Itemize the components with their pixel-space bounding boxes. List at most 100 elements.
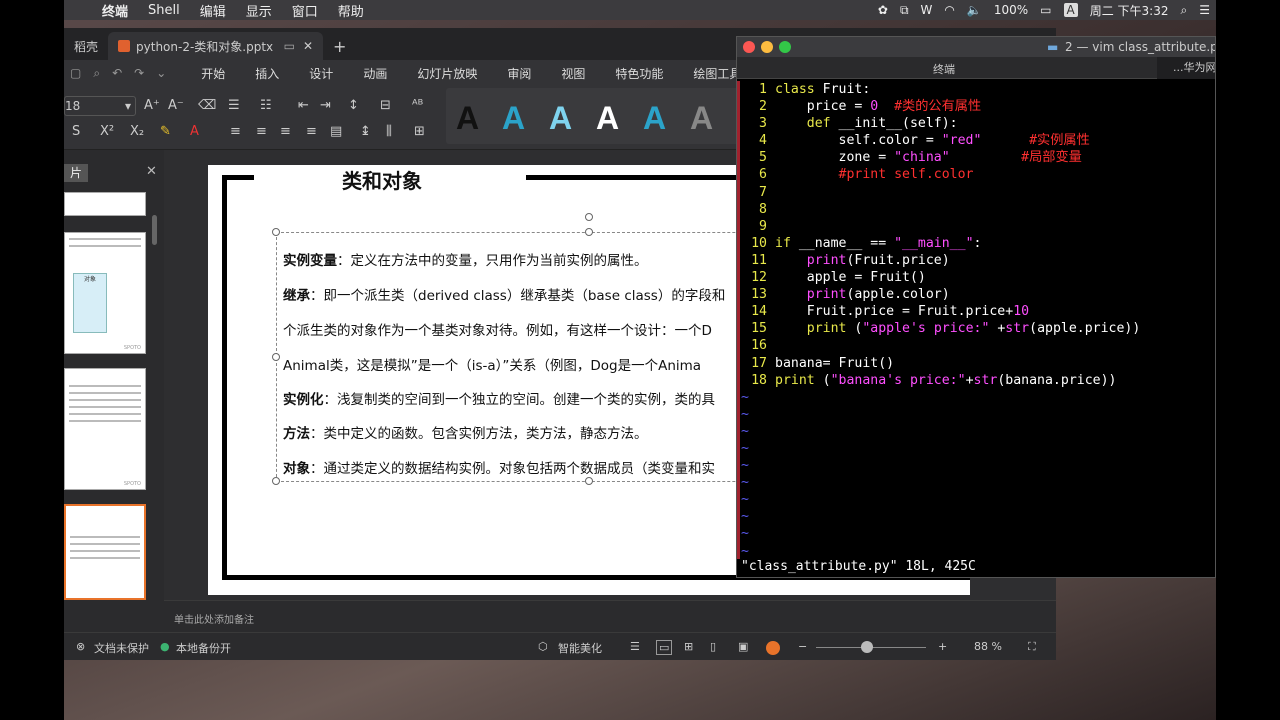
ribbon-tab-features[interactable]: 特色功能 xyxy=(600,65,678,82)
code-line[interactable]: 4 self.color = "red" #实例属性 xyxy=(737,132,1215,149)
align-left-icon[interactable]: ≡ xyxy=(230,124,241,140)
fit-window-icon[interactable]: ⛶ xyxy=(1028,640,1036,654)
terminal-tab-2[interactable]: ...华为网 xyxy=(1157,57,1215,79)
code-line[interactable]: 15 print ("apple's price:" +str(apple.pr… xyxy=(737,320,1215,337)
print-preview-icon[interactable]: ⌕ xyxy=(87,66,106,81)
code-line[interactable]: 3 def __init__(self): xyxy=(737,115,1215,132)
paragraph-spacing-icon[interactable]: ↨ xyxy=(360,124,371,140)
tab-window-icon[interactable]: ▭ xyxy=(284,39,295,53)
backup-status[interactable]: 本地备份开 xyxy=(176,640,231,656)
ribbon-tab-design[interactable]: 设计 xyxy=(294,65,348,82)
menu-view[interactable]: 显示 xyxy=(236,1,282,20)
columns-icon[interactable]: ⫼ xyxy=(386,124,392,140)
panel-scrollbar[interactable] xyxy=(152,215,157,245)
zoom-slider-knob[interactable] xyxy=(861,641,873,653)
zoom-level[interactable]: 88 % xyxy=(974,640,1002,653)
numbered-list-icon[interactable]: ☷ xyxy=(260,98,272,114)
battery-percent[interactable]: 100% xyxy=(988,3,1034,17)
normal-view-icon[interactable]: ▭ xyxy=(656,640,673,655)
font-size-select[interactable]: 18 ▾ xyxy=(64,96,136,116)
ribbon-tab-home[interactable]: 开始 xyxy=(186,65,240,82)
zoom-in-icon[interactable]: + xyxy=(938,640,947,653)
panel-tab-slides[interactable]: 片 xyxy=(64,164,88,182)
play-icon[interactable] xyxy=(766,641,780,655)
undo-icon[interactable]: ↶ xyxy=(106,66,128,80)
ribbon-tab-insert[interactable]: 插入 xyxy=(240,65,294,82)
font-color-icon[interactable]: A xyxy=(190,124,199,140)
font-shrink-icon[interactable]: A⁻ xyxy=(168,98,184,114)
tab-docer[interactable]: 稻壳 xyxy=(64,32,108,60)
tab-close-icon[interactable]: ✕ xyxy=(303,39,313,53)
code-line[interactable]: 13 print(apple.color) xyxy=(737,286,1215,303)
zoom-window-icon[interactable] xyxy=(779,41,791,53)
menu-edit[interactable]: 编辑 xyxy=(190,1,236,20)
slide-thumbnail-1[interactable] xyxy=(64,192,146,216)
reading-view-icon[interactable]: ▯ xyxy=(710,640,716,653)
code-line[interactable]: 9 xyxy=(737,218,1215,235)
code-line[interactable]: 18 print ("banana's price:"+str(banana.pr… xyxy=(737,372,1215,389)
strikethrough-icon[interactable]: S xyxy=(72,124,80,140)
code-line[interactable]: 17 banana= Fruit() xyxy=(737,355,1215,372)
menu-shell[interactable]: Shell xyxy=(138,3,190,18)
bullet-list-icon[interactable]: ☰ xyxy=(228,98,240,114)
justify-icon[interactable]: ≡ xyxy=(306,124,317,140)
panel-close-icon[interactable]: ✕ xyxy=(146,164,157,179)
indent-icon[interactable]: ⇥ xyxy=(320,98,331,114)
tab-pptx[interactable]: python-2-类和对象.pptx ▭ ✕ xyxy=(108,32,324,60)
notes-toggle-icon[interactable]: ☰ xyxy=(630,640,640,653)
word-art-style-5[interactable]: A xyxy=(643,100,666,144)
presenter-icon[interactable]: ▣ xyxy=(738,640,748,653)
menu-app-terminal[interactable]: 终端 xyxy=(92,1,138,20)
subscript-icon[interactable]: X₂ xyxy=(130,124,144,140)
superscript-icon[interactable]: X² xyxy=(100,124,114,140)
text-box-icon[interactable]: ⊟ xyxy=(380,98,391,114)
doc-protect-status[interactable]: 文档未保护 xyxy=(94,640,149,656)
resize-handle[interactable] xyxy=(272,353,280,361)
word-art-style-6[interactable]: A xyxy=(690,100,713,144)
code-line[interactable]: 2 price = 0 #类的公有属性 xyxy=(737,98,1215,115)
wps-icon[interactable]: W xyxy=(915,3,939,17)
vim-buffer[interactable]: 1 class Fruit: 2 price = 0 #类的公有属性 3 def __… xyxy=(737,81,1215,560)
resize-handle[interactable] xyxy=(272,477,280,485)
code-line[interactable]: 7 xyxy=(737,184,1215,201)
code-line[interactable]: 14 Fruit.price = Fruit.price+10 xyxy=(737,303,1215,320)
highlight-icon[interactable]: ✎ xyxy=(160,124,171,140)
align-center-icon[interactable]: ≡ xyxy=(256,124,267,140)
code-line[interactable]: 12 apple = Fruit() xyxy=(737,269,1215,286)
word-art-style-3[interactable]: A xyxy=(549,100,572,144)
resize-handle[interactable] xyxy=(585,228,593,236)
distribute-icon[interactable]: ▤ xyxy=(330,124,342,140)
font-grow-icon[interactable]: A⁺ xyxy=(144,98,160,114)
screen-icon[interactable]: ⧉ xyxy=(894,3,915,18)
zoom-out-icon[interactable]: − xyxy=(798,640,807,653)
list-icon[interactable]: ☰ xyxy=(1193,3,1216,17)
smart-beautify-button[interactable]: 智能美化 xyxy=(558,640,602,656)
redo-icon[interactable]: ↷ xyxy=(128,66,150,80)
minimize-window-icon[interactable] xyxy=(761,41,773,53)
menu-help[interactable]: 帮助 xyxy=(328,1,374,20)
more-icon[interactable]: ⌄ xyxy=(150,66,172,80)
ribbon-tab-animation[interactable]: 动画 xyxy=(348,65,402,82)
ribbon-tab-view[interactable]: 视图 xyxy=(546,65,600,82)
text-align-vertical-icon[interactable]: ⊞ xyxy=(414,124,425,140)
word-art-style-1[interactable]: A xyxy=(456,100,479,144)
code-line[interactable]: 6 #print self.color xyxy=(737,166,1215,183)
flower-icon[interactable]: ✿ xyxy=(872,3,894,17)
clock[interactable]: 周二 下午3:32 xyxy=(1084,2,1175,19)
rotate-handle-icon[interactable] xyxy=(585,213,593,221)
slide-thumbnail-4[interactable] xyxy=(64,504,146,600)
slide-title[interactable]: 类和对象 xyxy=(342,165,422,194)
code-line[interactable]: 16 xyxy=(737,337,1215,354)
volume-icon[interactable]: 🔈 xyxy=(961,3,988,17)
code-line[interactable]: 1 class Fruit: xyxy=(737,81,1215,98)
code-line[interactable]: 11 print(Fruit.price) xyxy=(737,252,1215,269)
slide-thumbnail-3[interactable]: SPOTO xyxy=(64,368,146,490)
wifi-icon[interactable]: ◠ xyxy=(938,3,960,17)
slide-sorter-icon[interactable]: ⊞ xyxy=(684,640,693,653)
input-method[interactable]: A xyxy=(1063,3,1078,17)
terminal-titlebar[interactable]: ▬ 2 — vim class_attribute.py — xyxy=(737,37,1215,57)
save-icon[interactable]: ▢ xyxy=(64,66,87,80)
notes-area[interactable]: 单击此处添加备注 xyxy=(164,600,1056,630)
ribbon-tab-review[interactable]: 审阅 xyxy=(492,65,546,82)
search-icon[interactable]: ⌕ xyxy=(1175,3,1194,18)
